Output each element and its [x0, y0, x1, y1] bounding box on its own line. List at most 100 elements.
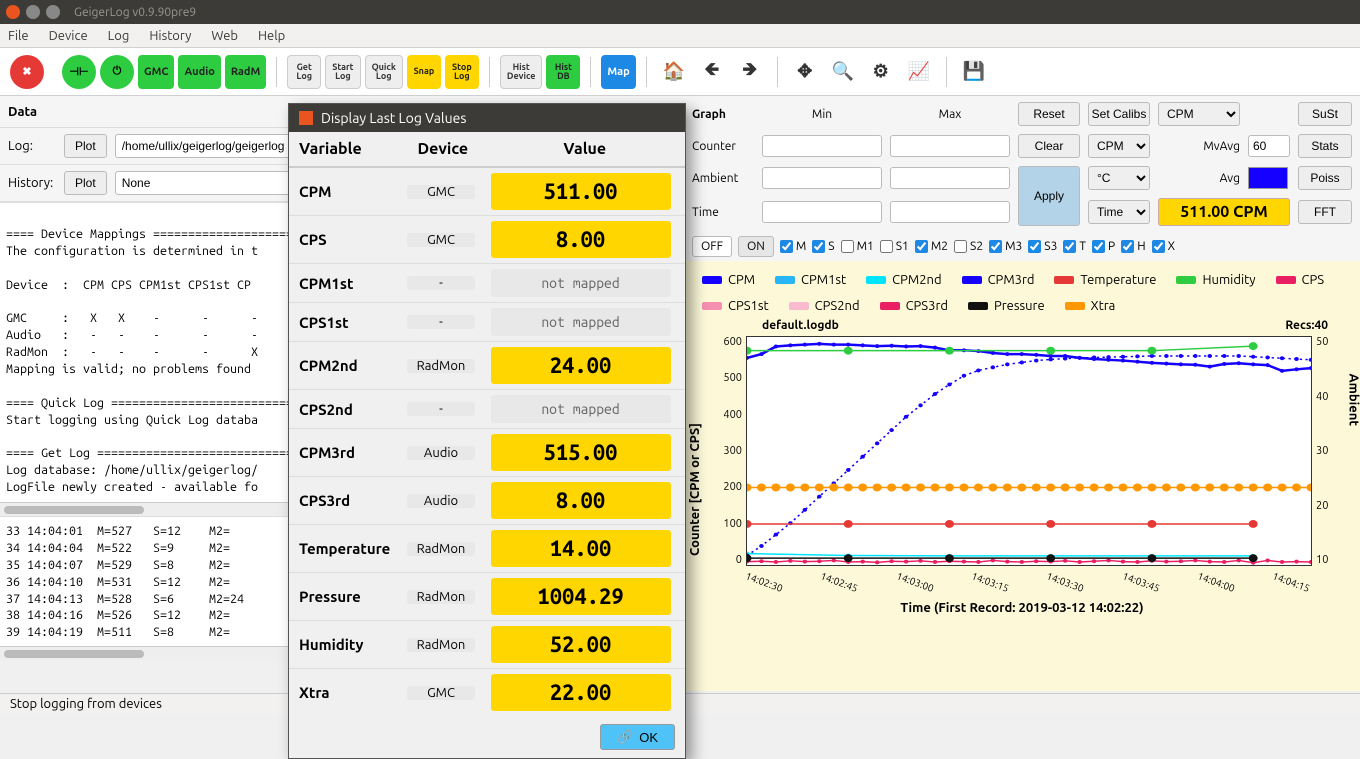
chk-s1[interactable]: [880, 240, 893, 253]
power-icon[interactable]: ⏻: [100, 55, 134, 89]
chart-recs: Recs:40: [1285, 319, 1328, 332]
y-axis-label: Counter [CPM or CPS]: [688, 423, 702, 556]
hist-device-button[interactable]: HistDevice: [500, 55, 543, 89]
ambient-label: Ambient: [692, 172, 754, 185]
window-close-icon[interactable]: [6, 5, 20, 19]
min-label: Min: [762, 108, 882, 121]
menu-history[interactable]: History: [149, 29, 191, 43]
log-label: Log:: [8, 139, 56, 153]
snap-button[interactable]: Snap: [407, 55, 441, 89]
menu-device[interactable]: Device: [49, 29, 88, 43]
x-axis-ticks: 14:02:3014:02:4514:03:0014:03:1514:03:30…: [692, 566, 1352, 581]
device-gmc-button[interactable]: GMC: [138, 55, 174, 89]
history-label: History:: [8, 176, 56, 190]
dialog-close-icon[interactable]: [299, 111, 313, 125]
mvavg-input[interactable]: [1248, 135, 1290, 157]
chart-legend: CPMCPM1stCPM2ndCPM3rdTemperatureHumidity…: [692, 269, 1352, 317]
dialog-ok-button[interactable]: 🔗 OK: [600, 724, 675, 750]
chk-h[interactable]: [1121, 240, 1134, 253]
off-toggle[interactable]: OFF: [692, 236, 732, 257]
window-title: GeigerLog v0.9.90pre9: [74, 6, 196, 19]
chk-s2[interactable]: [954, 240, 967, 253]
device-audio-button[interactable]: Audio: [178, 55, 220, 89]
dialog-col-device: Device: [401, 132, 485, 167]
series-toggle-row: OFF ON M S M1 S1 M2 S2 M3 S3 T P H X: [684, 232, 1360, 261]
toolbar: ✖ ⊣⊢ ⏻ GMC Audio RadM GetLog StartLog Qu…: [0, 48, 1360, 96]
x-axis-label: Time (First Record: 2019-03-12 14:02:22): [692, 601, 1352, 615]
chk-t[interactable]: [1063, 240, 1076, 253]
time-min-input[interactable]: [762, 201, 882, 223]
cpm-select[interactable]: CPM: [1088, 134, 1150, 158]
sust-button[interactable]: SuSt: [1298, 102, 1352, 126]
map-button[interactable]: Map: [601, 55, 635, 89]
apply-button[interactable]: Apply: [1018, 166, 1080, 226]
mvavg-label: MvAvg: [1158, 140, 1240, 153]
get-log-button[interactable]: GetLog: [287, 55, 321, 89]
stop-icon[interactable]: ✖: [10, 55, 44, 89]
ambient-max-input[interactable]: [890, 167, 1010, 189]
pan-icon[interactable]: ✥: [788, 55, 822, 89]
max-label: Max: [890, 108, 1010, 121]
counter-min-input[interactable]: [762, 135, 882, 157]
save-icon[interactable]: 💾: [957, 55, 991, 89]
chk-m2[interactable]: [915, 240, 928, 253]
time-select[interactable]: Time: [1088, 200, 1150, 224]
degc-select[interactable]: °C: [1088, 166, 1150, 190]
start-log-button[interactable]: StartLog: [325, 55, 360, 89]
poiss-button[interactable]: Poiss: [1298, 166, 1352, 190]
device-radm-button[interactable]: RadM: [225, 55, 266, 89]
cpm-readout: 511.00 CPM: [1158, 198, 1290, 226]
chk-s[interactable]: [812, 240, 825, 253]
connect-icon[interactable]: ⊣⊢: [62, 55, 96, 89]
dialog-col-variable: Variable: [289, 132, 401, 167]
home-icon[interactable]: 🏠: [657, 55, 691, 89]
cpm-select-top[interactable]: CPM: [1158, 102, 1240, 126]
chk-s3[interactable]: [1028, 240, 1041, 253]
quick-log-button[interactable]: QuickLog: [365, 55, 403, 89]
menu-log[interactable]: Log: [108, 29, 130, 43]
ambient-min-input[interactable]: [762, 167, 882, 189]
chk-p[interactable]: [1092, 240, 1105, 253]
chart-db-title: default.logdb: [762, 319, 839, 332]
on-toggle[interactable]: ON: [738, 236, 774, 257]
set-calibs-button[interactable]: Set Calibs: [1088, 102, 1150, 126]
chart-icon[interactable]: 📈: [902, 55, 936, 89]
y-axis-ticks: 6005004003002001000: [706, 336, 742, 566]
plot-history-button[interactable]: Plot: [64, 171, 107, 195]
zoom-icon[interactable]: 🔍: [826, 55, 860, 89]
window-titlebar: GeigerLog v0.9.90pre9: [0, 0, 1360, 24]
clear-button[interactable]: Clear: [1018, 134, 1080, 158]
hist-db-button[interactable]: HistDB: [546, 55, 580, 89]
dialog-col-value: Value: [485, 132, 685, 167]
time-label: Time: [692, 206, 754, 219]
chart-area: CPMCPM1stCPM2ndCPM3rdTemperatureHumidity…: [684, 261, 1360, 691]
chk-m1[interactable]: [841, 240, 854, 253]
stop-log-button[interactable]: StopLog: [445, 55, 479, 89]
reset-button[interactable]: Reset: [1018, 102, 1080, 126]
y2-axis-label: Ambient: [1346, 374, 1360, 426]
menubar: File Device Log History Web Help: [0, 24, 1360, 48]
counter-max-input[interactable]: [890, 135, 1010, 157]
data-panel-title: Data: [8, 105, 56, 119]
chk-m3[interactable]: [989, 240, 1002, 253]
dialog-title: Display Last Log Values: [321, 110, 466, 126]
y2-axis-ticks: 5040302010: [1316, 336, 1344, 566]
menu-help[interactable]: Help: [258, 29, 285, 43]
chart-plot[interactable]: [746, 336, 1312, 566]
chk-x[interactable]: [1152, 240, 1165, 253]
window-maximize-icon[interactable]: [46, 5, 60, 19]
back-icon[interactable]: 🡸: [695, 55, 729, 89]
avg-color-chip[interactable]: [1248, 167, 1288, 189]
forward-icon[interactable]: 🡺: [733, 55, 767, 89]
stats-button[interactable]: Stats: [1298, 134, 1352, 158]
time-max-input[interactable]: [890, 201, 1010, 223]
counter-label: Counter: [692, 140, 754, 153]
chk-m[interactable]: [780, 240, 793, 253]
menu-file[interactable]: File: [8, 29, 29, 43]
plot-log-button[interactable]: Plot: [64, 134, 107, 158]
avg-label: Avg: [1158, 172, 1240, 185]
settings-icon[interactable]: ⚙: [864, 55, 898, 89]
window-minimize-icon[interactable]: [26, 5, 40, 19]
fft-button[interactable]: FFT: [1298, 200, 1352, 224]
menu-web[interactable]: Web: [211, 29, 238, 43]
